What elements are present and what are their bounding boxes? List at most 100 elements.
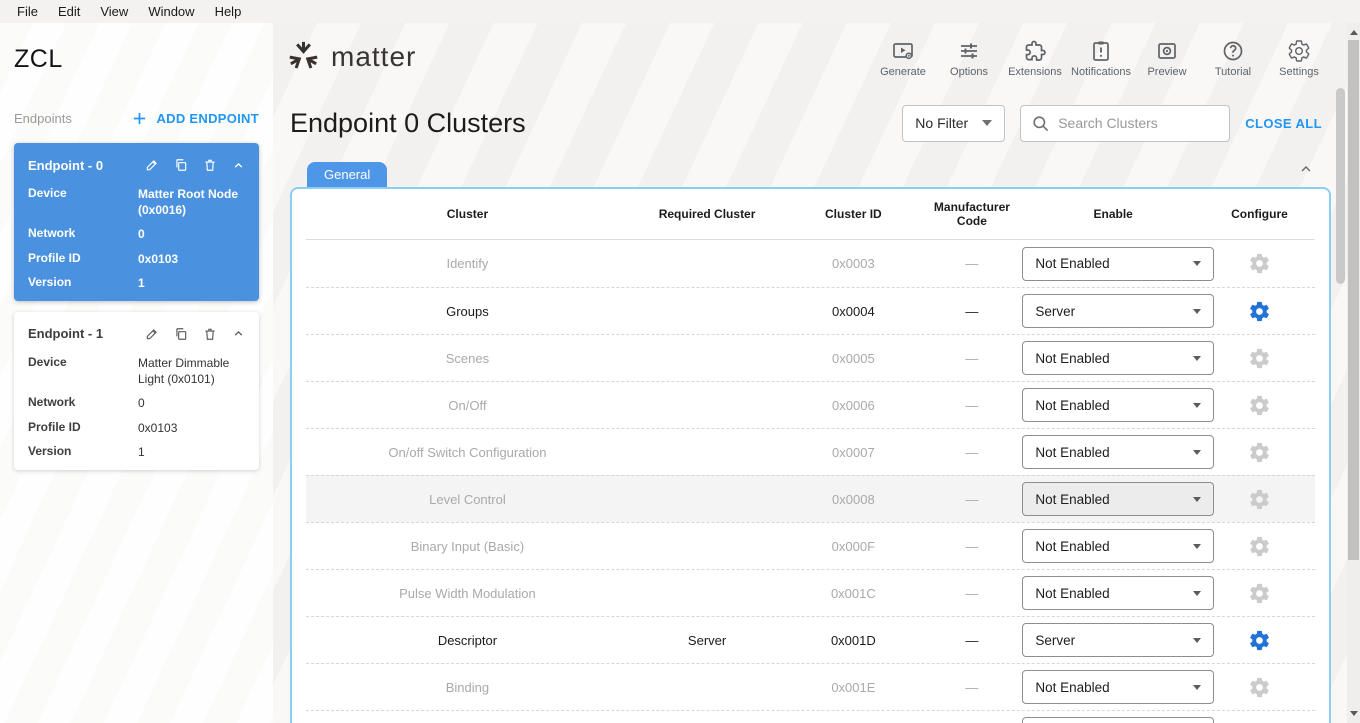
- enable-select-value: Server: [1035, 304, 1075, 319]
- copy-icon[interactable]: [174, 327, 188, 341]
- manufacturer-code: —: [921, 445, 1022, 460]
- endpoint-card-1[interactable]: Endpoint - 1 DeviceMatter Dimmable Light…: [14, 312, 259, 470]
- field-label: Device: [28, 186, 138, 218]
- configure-button[interactable]: [1204, 488, 1315, 511]
- chevron-down-icon: [1193, 591, 1201, 596]
- enable-select[interactable]: Not Enabled: [1022, 482, 1214, 516]
- notifications-button[interactable]: Notifications: [1068, 35, 1134, 78]
- enable-select[interactable]: Not Enabled: [1022, 576, 1214, 610]
- enable-select[interactable]: Server: [1022, 623, 1214, 657]
- chevron-down-icon: [1193, 685, 1201, 690]
- cluster-table-row: Identify 0x0003 — Not Enabled: [306, 240, 1315, 287]
- collapse-card-icon[interactable]: [232, 327, 245, 340]
- page-header: Endpoint 0 Clusters No Filter CLOSE ALL: [273, 90, 1360, 156]
- field-label: Device: [28, 355, 138, 387]
- menu-edit[interactable]: Edit: [49, 2, 89, 21]
- search-input[interactable]: [1058, 115, 1219, 131]
- field-value: 1: [138, 444, 245, 460]
- cluster-table-row: Binding 0x001E — Not Enabled: [306, 663, 1315, 710]
- column-header-enable: Enable: [1022, 207, 1204, 221]
- cluster-name: Level Control: [306, 492, 629, 507]
- enable-select[interactable]: Not Enabled: [1022, 670, 1214, 704]
- cluster-id: 0x001D: [785, 633, 921, 648]
- endpoints-sidebar: ZCL Endpoints ADD ENDPOINT Endpoint - 0: [0, 23, 273, 723]
- chevron-down-icon: [1193, 309, 1201, 314]
- delete-icon[interactable]: [203, 158, 217, 172]
- app-window: File Edit View Window Help ZCL Endpoints…: [0, 0, 1360, 723]
- add-endpoint-button[interactable]: ADD ENDPOINT: [131, 110, 259, 127]
- cluster-name: Identify: [306, 256, 629, 271]
- gear-icon: [1248, 488, 1271, 511]
- field-value: 0: [138, 395, 245, 411]
- manufacturer-code: —: [921, 351, 1022, 366]
- main-pane: matter Generate Options Extensions: [273, 23, 1360, 723]
- toolbar-button-label: Preview: [1147, 66, 1186, 78]
- field-label: Profile ID: [28, 420, 138, 436]
- enable-select[interactable]: Server: [1022, 294, 1214, 328]
- enable-select-value: Not Enabled: [1035, 256, 1109, 271]
- content-scrollbar-thumb[interactable]: [1336, 88, 1345, 284]
- window-scrollbar[interactable]: [1347, 23, 1360, 723]
- enable-select[interactable]: Not Enabled: [1022, 341, 1214, 375]
- copy-icon[interactable]: [174, 158, 188, 172]
- menu-window[interactable]: Window: [139, 2, 203, 21]
- cluster-id: 0x0003: [785, 256, 921, 271]
- collapse-card-icon[interactable]: [232, 159, 245, 172]
- scroll-down-arrow-icon[interactable]: [1350, 711, 1358, 716]
- cluster-name: Groups: [306, 304, 629, 319]
- settings-button[interactable]: Settings: [1266, 35, 1332, 78]
- enable-select[interactable]: Not Enabled: [1022, 435, 1214, 469]
- field-value: 0: [138, 226, 245, 242]
- menu-file[interactable]: File: [8, 2, 47, 21]
- close-all-button[interactable]: CLOSE ALL: [1245, 116, 1322, 131]
- edit-icon[interactable]: [145, 327, 159, 341]
- page-title: Endpoint 0 Clusters: [290, 108, 526, 139]
- delete-icon[interactable]: [203, 327, 217, 341]
- cluster-id: 0x0005: [785, 351, 921, 366]
- toolbar-button-label: Extensions: [1008, 66, 1062, 78]
- tab-general[interactable]: General: [307, 162, 387, 187]
- options-button[interactable]: Options: [936, 35, 1002, 78]
- endpoint-card-0[interactable]: Endpoint - 0 DeviceMatter Root Node (0x0…: [14, 143, 259, 301]
- configure-button[interactable]: [1204, 252, 1315, 275]
- field-label: Version: [28, 444, 138, 460]
- configure-button[interactable]: [1204, 676, 1315, 699]
- gear-icon: [1248, 629, 1271, 652]
- enable-select-value: Not Enabled: [1035, 445, 1109, 460]
- filter-dropdown[interactable]: No Filter: [902, 105, 1005, 142]
- chevron-down-icon: [1193, 261, 1201, 266]
- cluster-name: Binding: [306, 680, 629, 695]
- cluster-name: Scenes: [306, 351, 629, 366]
- cluster-table-row: [306, 710, 1315, 723]
- window-scrollbar-thumb[interactable]: [1348, 40, 1359, 560]
- gear-icon: [1248, 252, 1271, 275]
- chevron-down-icon: [1193, 403, 1201, 408]
- preview-button[interactable]: Preview: [1134, 35, 1200, 78]
- enable-select-value: Not Enabled: [1035, 586, 1109, 601]
- scroll-up-arrow-icon[interactable]: [1350, 30, 1358, 35]
- menu-view[interactable]: View: [91, 2, 137, 21]
- tutorial-button[interactable]: Tutorial: [1200, 35, 1266, 78]
- cluster-table-row: Binary Input (Basic) 0x000F — Not Enable…: [306, 522, 1315, 569]
- configure-button[interactable]: [1204, 535, 1315, 558]
- configure-button[interactable]: [1204, 629, 1315, 652]
- configure-button[interactable]: [1204, 441, 1315, 464]
- configure-button[interactable]: [1204, 582, 1315, 605]
- edit-icon[interactable]: [145, 158, 159, 172]
- enable-select[interactable]: Not Enabled: [1022, 529, 1214, 563]
- enable-select[interactable]: Not Enabled: [1022, 247, 1214, 281]
- enable-select-value: Not Enabled: [1035, 351, 1109, 366]
- configure-button[interactable]: [1204, 347, 1315, 370]
- generate-icon: [891, 39, 915, 63]
- manufacturer-code: —: [921, 256, 1022, 271]
- chevron-down-icon: [1193, 544, 1201, 549]
- menu-help[interactable]: Help: [206, 2, 251, 21]
- cluster-name: Descriptor: [306, 633, 629, 648]
- generate-button[interactable]: Generate: [870, 35, 936, 78]
- extensions-button[interactable]: Extensions: [1002, 35, 1068, 78]
- collapse-panel-icon[interactable]: [1298, 161, 1314, 177]
- configure-button[interactable]: [1204, 394, 1315, 417]
- configure-button[interactable]: [1204, 300, 1315, 323]
- enable-select[interactable]: [1022, 717, 1214, 723]
- enable-select[interactable]: Not Enabled: [1022, 388, 1214, 422]
